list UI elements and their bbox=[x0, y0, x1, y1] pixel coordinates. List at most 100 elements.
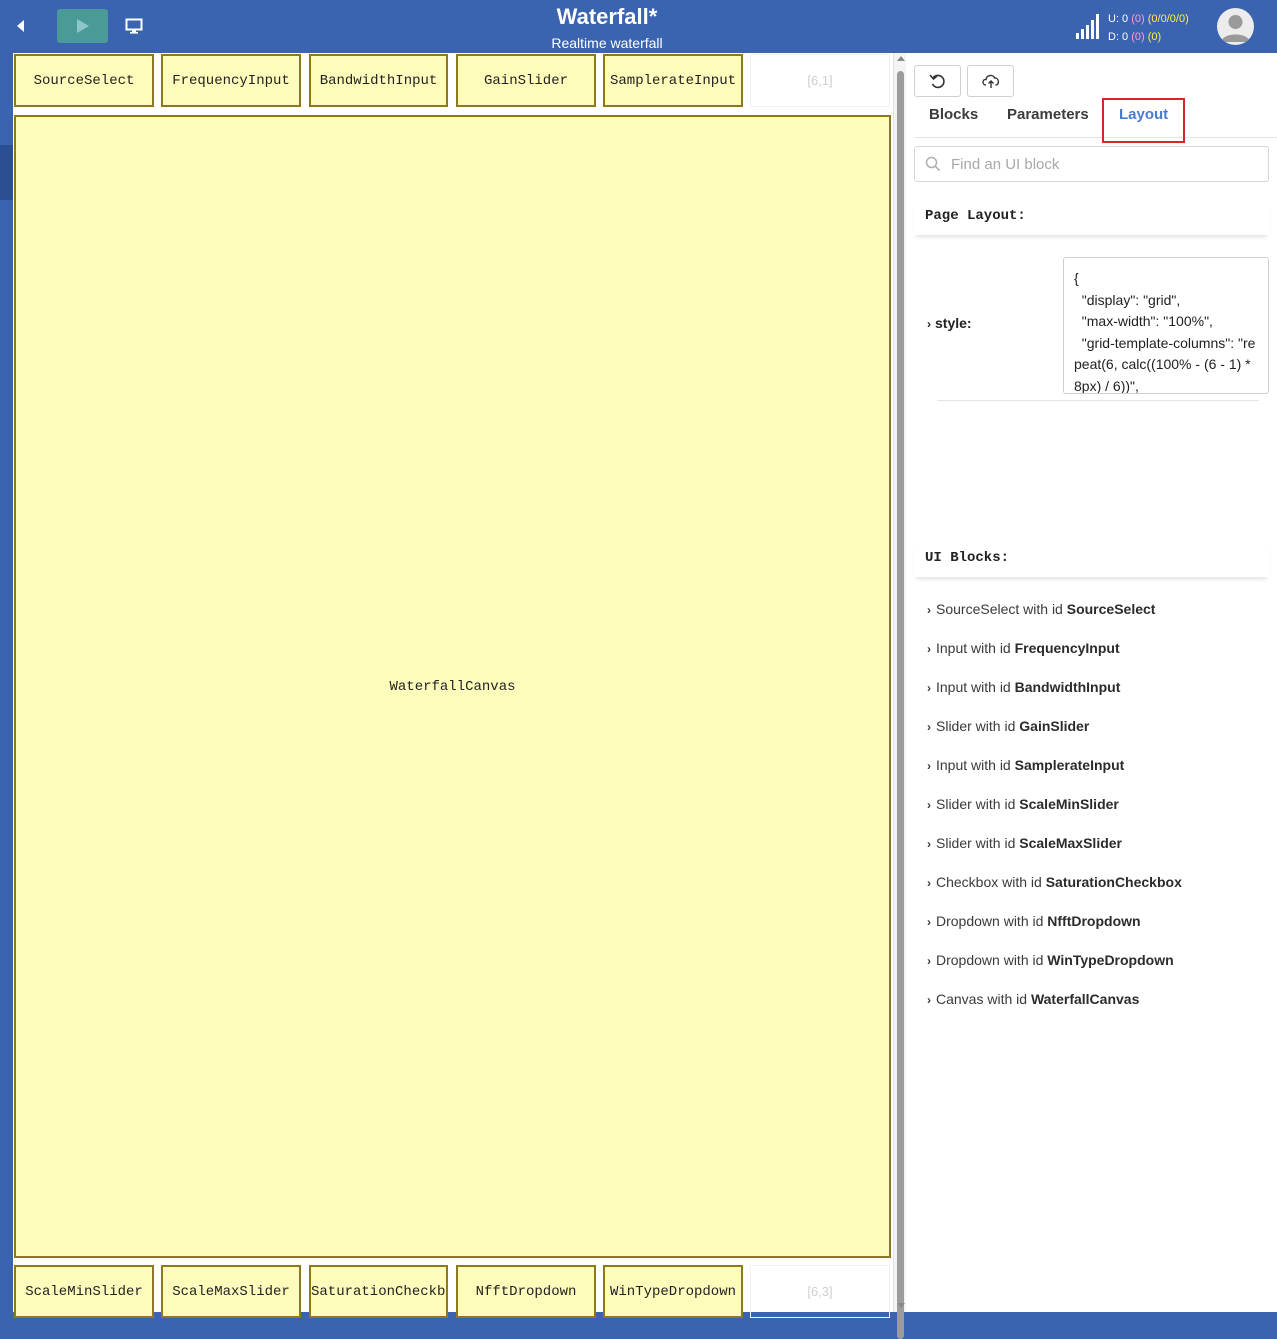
search-input[interactable] bbox=[951, 155, 1251, 173]
tab-highlight-box bbox=[1102, 98, 1185, 143]
ui-block-item[interactable]: › SourceSelect with id SourceSelect bbox=[927, 601, 1267, 640]
chevron-right-icon: › bbox=[927, 720, 931, 734]
layout-grid: SourceSelect FrequencyInput BandwidthInp… bbox=[13, 53, 893, 1318]
ui-block-id: BandwidthInput bbox=[1014, 679, 1121, 695]
chevron-right-icon: › bbox=[927, 642, 931, 656]
grid-block-frequency-input[interactable]: FrequencyInput bbox=[161, 54, 301, 107]
title-block: Waterfall* Realtime waterfall bbox=[480, 3, 734, 53]
upload-button[interactable] bbox=[967, 65, 1014, 97]
ui-block-item[interactable]: › Checkbox with id SaturationCheckbox bbox=[927, 874, 1267, 913]
scroll-down-icon[interactable] bbox=[897, 1303, 905, 1308]
grid-block-source-select[interactable]: SourceSelect bbox=[14, 54, 154, 107]
ui-block-id: SaturationCheckbox bbox=[1045, 874, 1182, 890]
undo-button[interactable] bbox=[914, 65, 961, 97]
top-bar: Waterfall* Realtime waterfall U: 0 (0) (… bbox=[0, 0, 1277, 53]
ui-block-id: WinTypeDropdown bbox=[1047, 952, 1174, 968]
ui-block-id: FrequencyInput bbox=[1014, 640, 1120, 656]
ui-block-id: GainSlider bbox=[1019, 718, 1090, 734]
ui-block-id: NfftDropdown bbox=[1047, 913, 1141, 929]
monitor-button[interactable] bbox=[123, 15, 145, 37]
ui-block-item[interactable]: › Canvas with id WaterfallCanvas bbox=[927, 991, 1267, 1030]
ui-block-type: Slider with id bbox=[936, 835, 1020, 851]
undo-icon bbox=[928, 74, 945, 89]
ui-block-type: SourceSelect with id bbox=[936, 601, 1067, 617]
grid-block-gain-slider[interactable]: GainSlider bbox=[456, 54, 596, 107]
grid-block-bandwidth-input[interactable]: BandwidthInput bbox=[309, 54, 448, 107]
scroll-up-icon[interactable] bbox=[897, 56, 905, 61]
upload-stats: U: 0 (0) (0/0/0/0) bbox=[1108, 10, 1189, 28]
grid-empty-cell[interactable]: [6,1] bbox=[750, 54, 890, 107]
search-icon bbox=[925, 156, 941, 172]
grid-block-wintype-dropdown[interactable]: WinTypeDropdown bbox=[603, 1265, 743, 1318]
tab-parameters[interactable]: Parameters bbox=[1007, 106, 1089, 123]
style-label: style: bbox=[935, 315, 972, 331]
run-button[interactable] bbox=[57, 9, 108, 43]
ui-block-type: Dropdown with id bbox=[936, 952, 1048, 968]
cloud-upload-icon bbox=[981, 74, 999, 88]
play-icon bbox=[76, 19, 89, 33]
ui-block-type: Input with id bbox=[936, 757, 1015, 773]
ui-block-id: SamplerateInput bbox=[1014, 757, 1125, 773]
page-layout-heading: Page Layout: bbox=[914, 199, 1269, 235]
panel-tabs: Blocks Parameters Layout bbox=[914, 98, 1277, 138]
grid-empty-cell[interactable]: [6,3] bbox=[750, 1265, 890, 1318]
signal-bars-icon bbox=[1076, 14, 1099, 39]
chevron-right-icon: › bbox=[927, 798, 931, 812]
transfer-stats: U: 0 (0) (0/0/0/0) D: 0 (0) (0) bbox=[1108, 10, 1189, 46]
ui-block-item[interactable]: › Slider with id GainSlider bbox=[927, 718, 1267, 757]
chevron-right-icon: › bbox=[927, 993, 931, 1007]
ui-block-item[interactable]: › Dropdown with id NfftDropdown bbox=[927, 913, 1267, 952]
ui-block-type: Slider with id bbox=[936, 718, 1020, 734]
ui-blocks-heading: UI Blocks: bbox=[914, 541, 1269, 577]
scroll-thumb[interactable] bbox=[897, 71, 904, 1339]
back-arrow-icon bbox=[17, 20, 24, 32]
download-stats: D: 0 (0) (0) bbox=[1108, 28, 1189, 46]
user-avatar-icon bbox=[1221, 15, 1250, 42]
chevron-right-icon: › bbox=[927, 954, 931, 968]
sidebar-toggle[interactable] bbox=[0, 145, 13, 200]
grid-scrollbar[interactable] bbox=[893, 53, 906, 1339]
ui-block-type: Input with id bbox=[936, 640, 1015, 656]
ui-block-id: ScaleMaxSlider bbox=[1019, 835, 1122, 851]
grid-block-samplerate-input[interactable]: SamplerateInput bbox=[603, 54, 743, 107]
chevron-right-icon: › bbox=[927, 876, 931, 890]
grid-block-nfft-dropdown[interactable]: NfftDropdown bbox=[456, 1265, 596, 1318]
upload-label: U: 0 bbox=[1108, 13, 1129, 25]
ui-block-list: › SourceSelect with id SourceSelect › Inpu… bbox=[927, 601, 1267, 1030]
tab-blocks[interactable]: Blocks bbox=[929, 106, 978, 123]
ui-block-type: Checkbox with id bbox=[936, 874, 1046, 890]
chevron-right-icon: › bbox=[927, 837, 931, 851]
monitor-icon bbox=[125, 18, 143, 34]
style-property-toggle[interactable]: › style: bbox=[927, 315, 972, 331]
page-title: Waterfall* bbox=[556, 4, 658, 29]
ui-block-item[interactable]: › Slider with id ScaleMaxSlider bbox=[927, 835, 1267, 874]
chevron-right-icon: › bbox=[927, 915, 931, 929]
grid-block-scale-max-slider[interactable]: ScaleMaxSlider bbox=[161, 1265, 301, 1318]
chevron-right-icon: › bbox=[927, 603, 931, 617]
download-label: D: 0 bbox=[1108, 31, 1129, 43]
ui-block-item[interactable]: › Input with id BandwidthInput bbox=[927, 679, 1267, 718]
ui-block-type: Slider with id bbox=[936, 796, 1020, 812]
grid-block-waterfall-canvas[interactable]: WaterfallCanvas bbox=[14, 115, 891, 1258]
ui-block-item[interactable]: › Slider with id ScaleMinSlider bbox=[927, 796, 1267, 835]
divider bbox=[937, 400, 1259, 401]
grid-block-saturation-checkbox[interactable]: SaturationCheckb bbox=[309, 1265, 448, 1318]
ui-block-item[interactable]: › Dropdown with id WinTypeDropdown bbox=[927, 952, 1267, 991]
grid-block-scale-min-slider[interactable]: ScaleMinSlider bbox=[14, 1265, 154, 1318]
chevron-right-icon: › bbox=[927, 759, 931, 773]
ui-block-id: ScaleMinSlider bbox=[1019, 796, 1119, 812]
ui-block-type: Input with id bbox=[936, 679, 1015, 695]
ui-block-item[interactable]: › Input with id FrequencyInput bbox=[927, 640, 1267, 679]
style-editor[interactable]: { "display": "grid", "max-width": "100%"… bbox=[1063, 257, 1269, 394]
upload-pending: (0) bbox=[1131, 13, 1145, 25]
back-button[interactable] bbox=[10, 14, 30, 38]
ui-block-id: WaterfallCanvas bbox=[1030, 991, 1140, 1007]
chevron-right-icon: › bbox=[927, 681, 931, 695]
left-sidebar-edge bbox=[0, 53, 13, 1312]
user-avatar-button[interactable] bbox=[1217, 8, 1254, 45]
ui-block-type: Canvas with id bbox=[936, 991, 1031, 1007]
block-search[interactable] bbox=[914, 146, 1269, 182]
upload-detail: (0/0/0/0) bbox=[1147, 13, 1189, 25]
download-detail: (0) bbox=[1147, 31, 1162, 43]
ui-block-item[interactable]: › Input with id SamplerateInput bbox=[927, 757, 1267, 796]
